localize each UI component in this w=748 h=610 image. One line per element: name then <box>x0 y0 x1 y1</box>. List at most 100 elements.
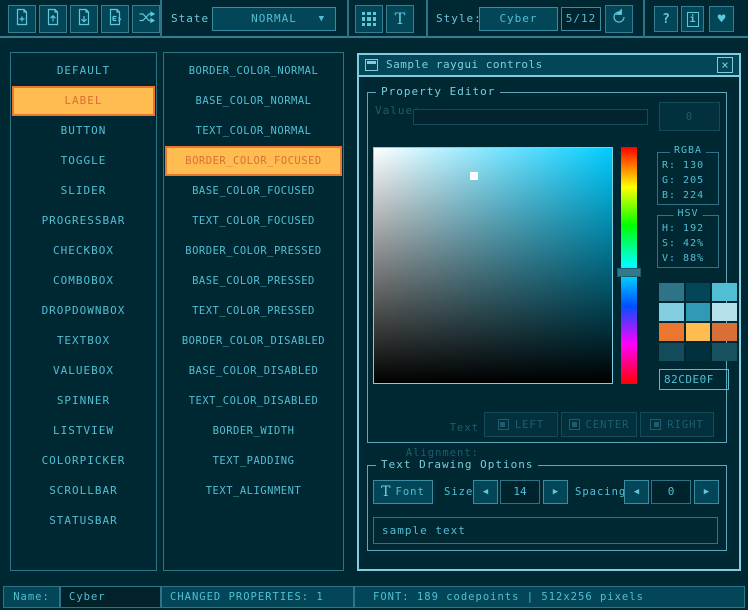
style-color-swatch[interactable] <box>659 323 684 341</box>
control-item-spinner[interactable]: SPINNER <box>12 386 155 416</box>
property-item-text_alignment[interactable]: TEXT_ALIGNMENT <box>165 476 342 506</box>
property-item-border_color_pressed[interactable]: BORDER_COLOR_PRESSED <box>165 236 342 266</box>
properties-list: BORDER_COLOR_NORMALBASE_COLOR_NORMALTEXT… <box>163 52 344 571</box>
state-dropdown[interactable]: NORMAL ▼ <box>212 7 336 31</box>
align-left-button[interactable]: LEFT <box>484 412 558 437</box>
control-item-scrollbar[interactable]: SCROLLBAR <box>12 476 155 506</box>
style-color-swatch[interactable] <box>686 323 711 341</box>
style-color-swatch[interactable] <box>686 343 711 361</box>
control-item-listview[interactable]: LISTVIEW <box>12 416 155 446</box>
changed-properties-status: CHANGED PROPERTIES: 1 <box>161 586 354 608</box>
control-item-colorpicker[interactable]: COLORPICKER <box>12 446 155 476</box>
property-item-text_color_focused[interactable]: TEXT_COLOR_FOCUSED <box>165 206 342 236</box>
reload-style-button[interactable] <box>605 5 633 33</box>
control-item-valuebox[interactable]: VALUEBOX <box>12 356 155 386</box>
help-button[interactable]: ? <box>654 6 678 32</box>
control-item-checkbox[interactable]: CHECKBOX <box>12 236 155 266</box>
sample-controls-window: Sample raygui controls × Property Editor… <box>357 53 741 571</box>
font-atlas-button[interactable]: T <box>386 5 414 33</box>
state-value: NORMAL <box>251 12 297 25</box>
property-item-border_color_focused[interactable]: BORDER_COLOR_FOCUSED <box>165 146 342 176</box>
style-name: Cyber <box>499 12 537 25</box>
control-item-statusbar[interactable]: STATUSBAR <box>12 506 155 536</box>
style-color-swatch[interactable] <box>659 303 684 321</box>
control-item-button[interactable]: BUTTON <box>12 116 155 146</box>
size-increase-button[interactable]: ▶ <box>543 480 568 504</box>
new-file-icon <box>13 8 31 30</box>
style-color-swatch[interactable] <box>686 303 711 321</box>
spacing-value[interactable]: 0 <box>651 480 691 504</box>
property-item-border_width[interactable]: BORDER_WIDTH <box>165 416 342 446</box>
style-color-swatch[interactable] <box>659 343 684 361</box>
style-name-button[interactable]: Cyber <box>479 7 558 31</box>
arrow-right-icon: ▶ <box>553 487 558 497</box>
property-item-base_color_disabled[interactable]: BASE_COLOR_DISABLED <box>165 356 342 386</box>
control-item-label[interactable]: LABEL <box>12 86 155 116</box>
close-icon: × <box>721 58 728 72</box>
controls-list: DEFAULTLABELBUTTONTOGGLESLIDERPROGRESSBA… <box>10 52 157 571</box>
font-info-status: FONT: 189 codepoints | 512x256 pixels <box>354 586 745 608</box>
control-item-combobox[interactable]: COMBOBOX <box>12 266 155 296</box>
style-color-swatch[interactable] <box>686 283 711 301</box>
hue-slider-handle[interactable] <box>617 268 641 277</box>
chevron-down-icon: ▼ <box>319 8 325 30</box>
export-style-button[interactable] <box>101 5 129 33</box>
property-item-base_color_normal[interactable]: BASE_COLOR_NORMAL <box>165 86 342 116</box>
control-item-toggle[interactable]: TOGGLE <box>12 146 155 176</box>
sample-text-input[interactable]: sample text <box>373 517 718 544</box>
size-decrease-button[interactable]: ◀ <box>473 480 498 504</box>
save-style-button[interactable] <box>70 5 98 33</box>
property-item-text_padding[interactable]: TEXT_PADDING <box>165 446 342 476</box>
align-center-icon <box>569 419 580 430</box>
property-item-text_color_normal[interactable]: TEXT_COLOR_NORMAL <box>165 116 342 146</box>
property-item-base_color_pressed[interactable]: BASE_COLOR_PRESSED <box>165 266 342 296</box>
align-right-icon <box>650 419 661 430</box>
close-button[interactable]: × <box>717 57 733 73</box>
style-colors-grid <box>659 283 737 361</box>
value-button[interactable]: 0 <box>659 102 720 131</box>
property-item-base_color_focused[interactable]: BASE_COLOR_FOCUSED <box>165 176 342 206</box>
style-color-swatch[interactable] <box>712 283 737 301</box>
style-table-button[interactable] <box>355 5 383 33</box>
info-icon: i <box>687 12 699 27</box>
hue-bar[interactable] <box>621 147 637 384</box>
hex-value-input[interactable]: 82CDE0F <box>659 369 729 390</box>
property-item-border_color_normal[interactable]: BORDER_COLOR_NORMAL <box>165 56 342 86</box>
color-picker-panel[interactable] <box>373 147 613 384</box>
new-style-button[interactable] <box>8 5 36 33</box>
size-value[interactable]: 14 <box>500 480 540 504</box>
control-item-dropdownbox[interactable]: DROPDOWNBOX <box>12 296 155 326</box>
control-item-slider[interactable]: SLIDER <box>12 176 155 206</box>
property-item-text_color_pressed[interactable]: TEXT_COLOR_PRESSED <box>165 296 342 326</box>
toolbar-separator <box>643 0 645 38</box>
style-name-input[interactable]: Cyber <box>60 586 161 608</box>
property-item-border_color_disabled[interactable]: BORDER_COLOR_DISABLED <box>165 326 342 356</box>
control-item-default[interactable]: DEFAULT <box>12 56 155 86</box>
value-slider[interactable] <box>413 109 648 125</box>
style-color-swatch[interactable] <box>712 303 737 321</box>
control-item-textbox[interactable]: TEXTBOX <box>12 326 155 356</box>
spacing-increase-button[interactable]: ▶ <box>694 480 719 504</box>
save-file-icon <box>75 8 93 30</box>
color-picker-cursor[interactable] <box>470 172 478 180</box>
color-component-value: V: 88% <box>662 251 718 266</box>
toolbar-separator <box>347 0 349 38</box>
grid-icon <box>362 12 376 26</box>
style-color-swatch[interactable] <box>712 343 737 361</box>
spacing-decrease-button[interactable]: ◀ <box>624 480 649 504</box>
text-drawing-options-title: Text Drawing Options <box>376 458 538 471</box>
random-style-button[interactable] <box>132 5 160 33</box>
property-item-text_color_disabled[interactable]: TEXT_COLOR_DISABLED <box>165 386 342 416</box>
style-color-swatch[interactable] <box>659 283 684 301</box>
hsv-box: HSV H: 192S: 42%V: 88% <box>657 215 719 268</box>
load-style-button[interactable] <box>39 5 67 33</box>
style-color-swatch[interactable] <box>712 323 737 341</box>
align-right-button[interactable]: RIGHT <box>640 412 714 437</box>
color-component-value: B: 224 <box>662 188 718 203</box>
control-item-progressbar[interactable]: PROGRESSBAR <box>12 206 155 236</box>
about-button[interactable]: i <box>681 6 704 32</box>
sponsor-button[interactable]: ♥ <box>709 6 734 32</box>
align-center-button[interactable]: CENTER <box>561 412 637 437</box>
reload-icon <box>610 8 628 30</box>
load-font-button[interactable]: T Font <box>373 480 433 504</box>
